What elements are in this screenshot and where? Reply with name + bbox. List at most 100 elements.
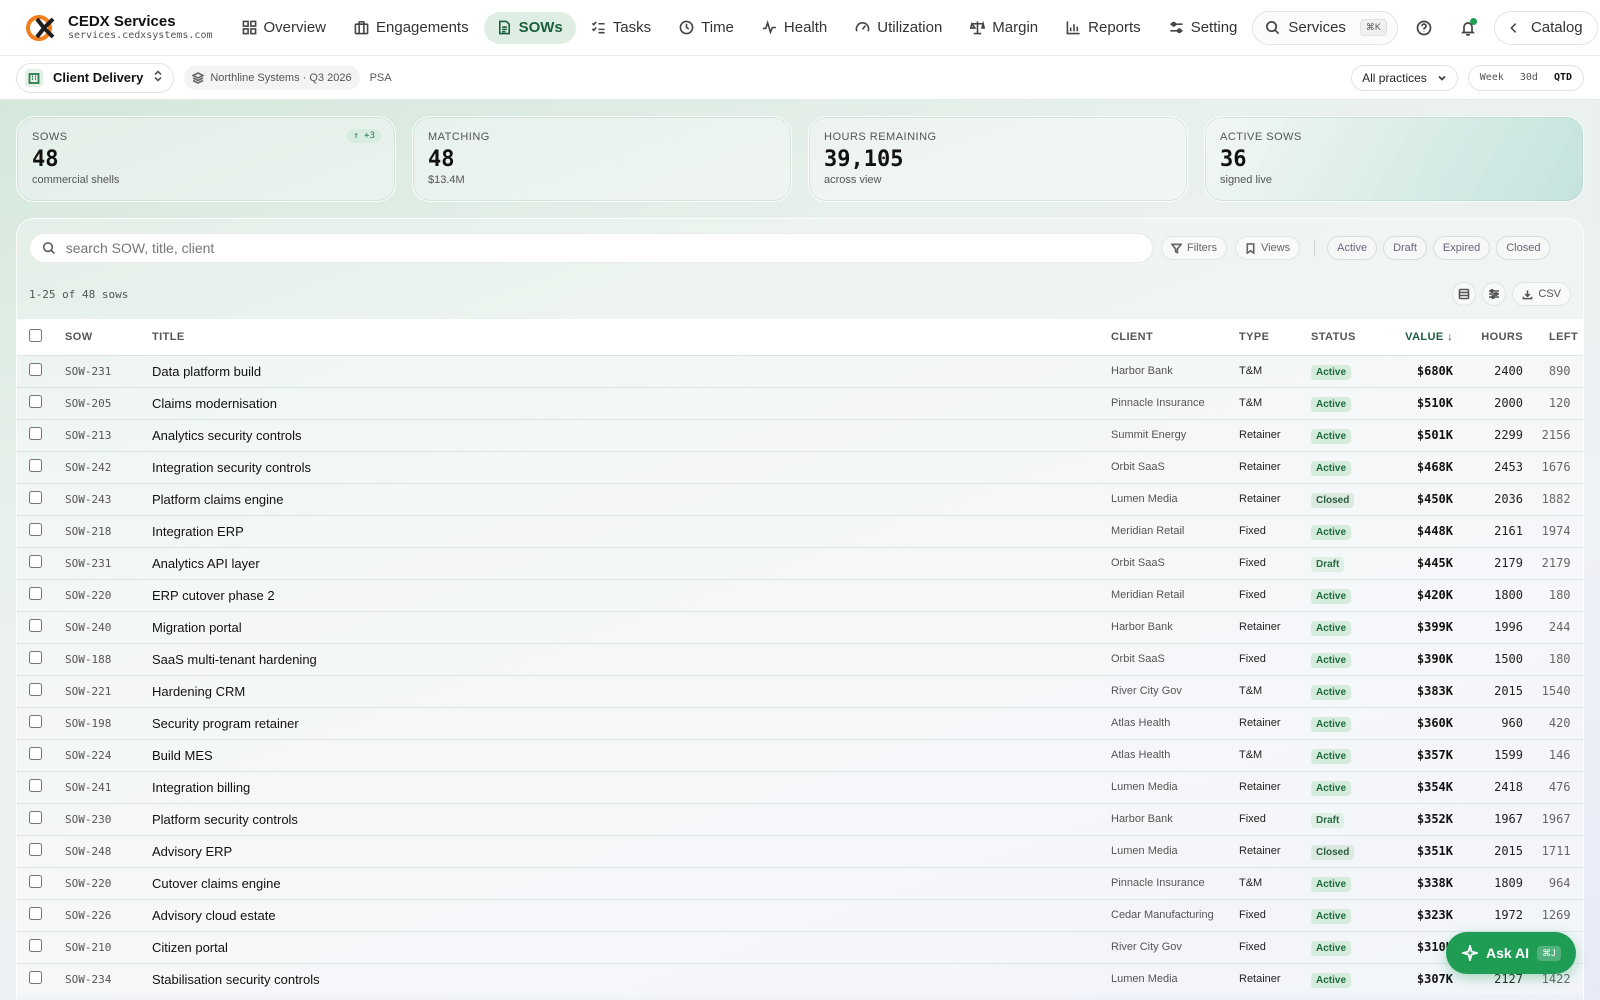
nav-item-sows[interactable]: SOWs (483, 11, 576, 44)
table-row[interactable]: SOW-220 Cutover claims engine Pinnacle Ins… (17, 867, 1583, 899)
sow-title[interactable]: Advisory cloud estate (152, 899, 1111, 931)
sow-id[interactable]: SOW-231 (65, 355, 152, 387)
table-row[interactable]: SOW-210 Citizen portal River City Gov Fixed… (17, 931, 1583, 963)
kpi-card-active-sows[interactable]: Active SOWs 36 signed live (1204, 116, 1584, 202)
column-header-left[interactable]: Left (1523, 319, 1583, 355)
sow-title[interactable]: Platform claims engine (152, 483, 1111, 515)
sow-id[interactable]: SOW-205 (65, 387, 152, 419)
sow-id[interactable]: SOW-226 (65, 899, 152, 931)
density-button[interactable] (1452, 282, 1477, 306)
nav-item-utilization[interactable]: Utilization (842, 12, 955, 44)
kpi-card-hours-remaining[interactable]: Hours remaining 39,105 across view (808, 116, 1188, 202)
nav-item-engagements[interactable]: Engagements (341, 12, 482, 44)
table-row[interactable]: SOW-243 Platform claims engine Lumen Media… (17, 483, 1583, 515)
sow-id[interactable]: SOW-218 (65, 515, 152, 547)
sow-id[interactable]: SOW-243 (65, 483, 152, 515)
table-row[interactable]: SOW-213 Analytics security controls Summit… (17, 419, 1583, 451)
sow-id[interactable]: SOW-242 (65, 451, 152, 483)
range-week[interactable]: Week (1473, 69, 1511, 86)
table-row[interactable]: SOW-218 Integration ERP Meridian Retail Fix… (17, 515, 1583, 547)
row-checkbox[interactable] (29, 619, 42, 632)
sow-id[interactable]: SOW-241 (65, 771, 152, 803)
row-checkbox[interactable] (29, 907, 42, 920)
sow-title[interactable]: Integration billing (152, 771, 1111, 803)
row-checkbox[interactable] (29, 779, 42, 792)
workspace-select[interactable]: Client Delivery (16, 62, 175, 93)
row-checkbox[interactable] (29, 395, 42, 408)
sow-id[interactable]: SOW-224 (65, 739, 152, 771)
sow-title[interactable]: Integration security controls (152, 451, 1111, 483)
nav-item-overview[interactable]: Overview (229, 12, 340, 44)
row-checkbox[interactable] (29, 683, 42, 696)
column-header-title[interactable]: Title (152, 319, 1111, 355)
context-chip[interactable]: Northline Systems · Q3 2026 (184, 65, 360, 90)
sow-id[interactable]: SOW-188 (65, 643, 152, 675)
row-checkbox[interactable] (29, 715, 42, 728)
status-chip-draft[interactable]: Draft (1383, 236, 1427, 260)
column-header-status[interactable]: Status (1311, 319, 1381, 355)
sow-title[interactable]: ERP cutover phase 2 (152, 579, 1111, 611)
sow-id[interactable]: SOW-231 (65, 547, 152, 579)
sow-id[interactable]: SOW-213 (65, 419, 152, 451)
status-chip-closed[interactable]: Closed (1496, 236, 1551, 260)
row-checkbox[interactable] (29, 555, 42, 568)
services-search-button[interactable]: Services ⌘K (1252, 10, 1398, 45)
row-checkbox[interactable] (29, 875, 42, 888)
select-all-checkbox[interactable] (29, 328, 42, 342)
table-row[interactable]: SOW-198 Security program retainer Atlas He… (17, 707, 1583, 739)
column-header-value[interactable]: Value ↓ (1381, 319, 1453, 355)
row-checkbox[interactable] (29, 491, 42, 504)
table-row[interactable]: SOW-241 Integration billing Lumen Media Ret… (17, 771, 1583, 803)
sow-title[interactable]: SaaS multi-tenant hardening (152, 643, 1111, 675)
row-checkbox[interactable] (29, 939, 42, 952)
sow-id[interactable]: SOW-248 (65, 835, 152, 867)
sow-id[interactable]: SOW-198 (65, 707, 152, 739)
column-header-sow[interactable]: SOW (65, 319, 152, 355)
nav-item-margin[interactable]: Margin (957, 12, 1051, 44)
table-row[interactable]: SOW-226 Advisory cloud estate Cedar Manufa… (17, 899, 1583, 931)
brand[interactable]: CEDX Services services.cedxsystems.com (26, 13, 213, 43)
notifications-button[interactable] (1450, 11, 1486, 45)
sow-search-input[interactable] (65, 240, 1140, 256)
ask-ai-button[interactable]: Ask AI ⌘J (1446, 932, 1576, 974)
sow-title[interactable]: Claims modernisation (152, 387, 1111, 419)
nav-item-setting[interactable]: Setting (1156, 12, 1251, 44)
kpi-card-sows[interactable]: SOWs 48 commercial shells ↑ +3 (16, 116, 396, 202)
row-checkbox[interactable] (29, 459, 42, 472)
sow-title[interactable]: Hardening CRM (152, 675, 1111, 707)
table-row[interactable]: SOW-242 Integration security controls Orbi… (17, 451, 1583, 483)
row-checkbox[interactable] (29, 747, 42, 760)
table-row[interactable]: SOW-188 SaaS multi-tenant hardening Orbit … (17, 643, 1583, 675)
views-button[interactable]: Views (1234, 236, 1301, 260)
table-row[interactable]: SOW-234 Stabilisation security controls Lu… (17, 963, 1583, 995)
filters-button[interactable]: Filters (1161, 236, 1227, 260)
sow-title[interactable]: Data platform build (152, 355, 1111, 387)
sow-id[interactable]: SOW-234 (65, 963, 152, 995)
kpi-card-matching[interactable]: Matching 48 $13.4M (412, 116, 792, 202)
sow-title[interactable]: Build MES (152, 739, 1111, 771)
sow-title[interactable]: Cutover claims engine (152, 867, 1111, 899)
sow-title[interactable]: Advisory ERP (152, 835, 1111, 867)
sow-title[interactable]: Integration ERP (152, 515, 1111, 547)
sow-title[interactable]: Analytics security controls (152, 419, 1111, 451)
row-checkbox[interactable] (29, 843, 42, 856)
sow-id[interactable]: SOW-221 (65, 675, 152, 707)
table-row[interactable]: SOW-220 ERP cutover phase 2 Meridian Retai… (17, 579, 1583, 611)
sow-id[interactable]: SOW-230 (65, 803, 152, 835)
table-row[interactable]: SOW-248 Advisory ERP Lumen Media Retainer Cl… (17, 835, 1583, 867)
row-checkbox[interactable] (29, 587, 42, 600)
status-chip-expired[interactable]: Expired (1432, 236, 1491, 260)
nav-item-time[interactable]: Time (666, 12, 747, 44)
sow-id[interactable]: SOW-240 (65, 611, 152, 643)
row-checkbox[interactable] (29, 363, 42, 376)
column-header-type[interactable]: Type (1239, 319, 1311, 355)
table-row[interactable]: SOW-205 Claims modernisation Pinnacle Insu… (17, 387, 1583, 419)
table-row[interactable]: SOW-240 Migration portal Harbor Bank Retain… (17, 611, 1583, 643)
sow-title[interactable]: Citizen portal (152, 931, 1111, 963)
row-checkbox[interactable] (29, 427, 42, 440)
range-30d[interactable]: 30d (1513, 69, 1545, 86)
column-header-hours[interactable]: Hours (1453, 319, 1523, 355)
catalog-button[interactable]: Catalog (1493, 10, 1598, 45)
row-checkbox[interactable] (29, 523, 42, 536)
sow-title[interactable]: Platform security controls (152, 803, 1111, 835)
